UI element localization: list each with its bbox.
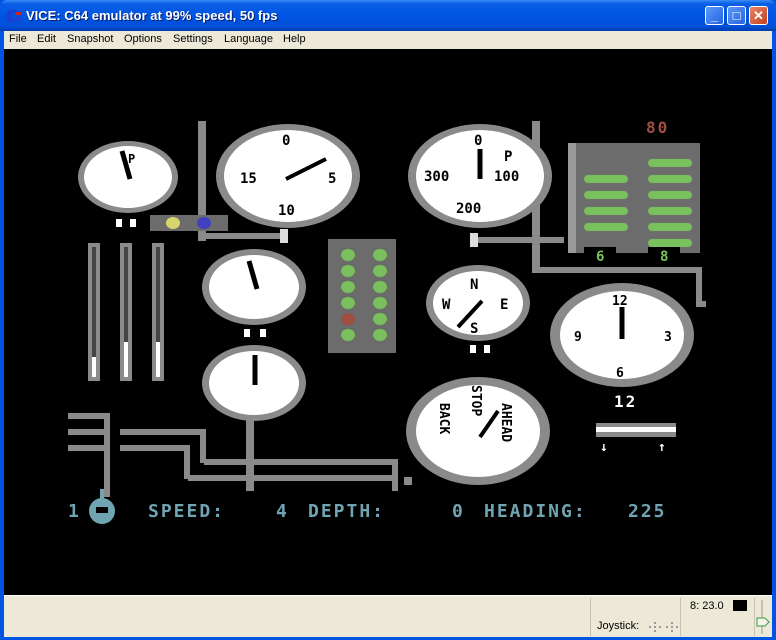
maximize-icon: □ bbox=[732, 8, 741, 23]
clock-readout: 12 bbox=[614, 392, 637, 411]
torpedo-left bbox=[584, 175, 628, 183]
close-icon: ✕ bbox=[753, 8, 764, 23]
indicator-light-green bbox=[341, 265, 355, 277]
svg-text:12: 12 bbox=[612, 294, 628, 309]
menu-options[interactable]: Options bbox=[124, 33, 162, 45]
title-bar[interactable]: VICE: C64 emulator at 99% speed, 50 fps … bbox=[0, 0, 776, 31]
indicator-light-green bbox=[341, 297, 355, 309]
drive-status: 8: 23.0 bbox=[690, 600, 724, 612]
dive-plane-indicator: ↓ ↑ bbox=[596, 423, 676, 455]
depth-value: 0 bbox=[452, 501, 465, 522]
menu-snapshot[interactable]: Snapshot bbox=[67, 33, 113, 45]
window-title: VICE: C64 emulator at 99% speed, 50 fps bbox=[26, 8, 278, 23]
volume-slider[interactable] bbox=[756, 600, 770, 634]
menu-edit[interactable]: Edit bbox=[37, 33, 56, 45]
depth-dial: 0 5 10 15 bbox=[216, 124, 360, 228]
torpedo-right bbox=[648, 191, 692, 199]
svg-text:N: N bbox=[470, 277, 478, 293]
indicator-light-red bbox=[341, 313, 355, 325]
indicator-light-green bbox=[341, 249, 355, 261]
indicator-panel bbox=[328, 239, 396, 353]
heading-value: 225 bbox=[628, 501, 667, 522]
gauge-label: P bbox=[128, 152, 135, 166]
svg-text:0: 0 bbox=[474, 133, 482, 149]
speed-value: 4 bbox=[276, 501, 289, 522]
minimize-icon: _ bbox=[710, 8, 719, 23]
c64-logo-icon bbox=[6, 9, 21, 23]
svg-text:5: 5 bbox=[328, 171, 336, 187]
tube-gauges bbox=[88, 243, 164, 381]
drive-led-icon bbox=[733, 600, 747, 611]
menu-help[interactable]: Help bbox=[283, 33, 306, 45]
svg-text:300: 300 bbox=[424, 169, 449, 185]
emulator-screen[interactable]: P 0 5 10 15 0 100 200 300 P 80 6 8 N E S… bbox=[4, 49, 772, 595]
svg-text:AHEAD: AHEAD bbox=[498, 403, 513, 442]
menu-settings[interactable]: Settings bbox=[173, 33, 213, 45]
svg-text:E: E bbox=[500, 297, 508, 313]
menu-language[interactable]: Language bbox=[224, 33, 273, 45]
svg-text:↓: ↓ bbox=[600, 440, 608, 455]
svg-text:BACK: BACK bbox=[436, 403, 451, 434]
clock: 12 3 6 9 bbox=[550, 283, 694, 387]
svg-text:0: 0 bbox=[282, 133, 290, 149]
svg-text:S: S bbox=[470, 321, 478, 337]
torpedo-left bbox=[584, 207, 628, 215]
svg-text:6: 6 bbox=[616, 366, 624, 381]
indicator-light-green bbox=[341, 329, 355, 341]
svg-text:200: 200 bbox=[456, 201, 481, 217]
compass: N E S W bbox=[426, 265, 530, 353]
torpedo-left bbox=[584, 191, 628, 199]
svg-text:15: 15 bbox=[240, 171, 257, 187]
menu-file[interactable]: File bbox=[9, 33, 27, 45]
engine-telegraph: BACK STOP AHEAD bbox=[406, 377, 550, 485]
joystick-indicator-icon bbox=[648, 620, 688, 632]
heading-label: HEADING: bbox=[484, 501, 587, 522]
blue-lamp bbox=[197, 217, 211, 229]
middle-gauge-upper bbox=[202, 249, 306, 337]
torpedo-right bbox=[648, 239, 692, 247]
svg-text:STOP: STOP bbox=[468, 385, 483, 416]
lives-count: 1 bbox=[68, 501, 81, 522]
minimize-button[interactable]: _ bbox=[705, 6, 724, 25]
middle-gauge-lower bbox=[202, 345, 306, 421]
right-count: 8 bbox=[660, 249, 668, 265]
svg-text:9: 9 bbox=[574, 330, 582, 345]
depth-label: DEPTH: bbox=[308, 501, 386, 522]
pressure-dial: 0 100 200 300 P bbox=[408, 124, 552, 228]
menu-bar: File Edit Snapshot Options Settings Lang… bbox=[4, 31, 772, 49]
svg-text:100: 100 bbox=[494, 169, 519, 185]
status-separator bbox=[590, 598, 591, 636]
torpedo-right bbox=[648, 207, 692, 215]
torpedo-right bbox=[648, 223, 692, 231]
lamp-panel bbox=[150, 215, 228, 231]
indicator-light-green bbox=[341, 281, 355, 293]
svg-text:↑: ↑ bbox=[658, 440, 666, 455]
speed-label: SPEED: bbox=[148, 501, 226, 522]
close-button[interactable]: ✕ bbox=[749, 6, 768, 25]
maximize-button[interactable]: □ bbox=[727, 6, 746, 25]
torpedo-left bbox=[584, 223, 628, 231]
diver-helmet-icon bbox=[89, 489, 115, 524]
vice-window: VICE: C64 emulator at 99% speed, 50 fps … bbox=[0, 0, 776, 640]
torpedo-rack: 6 8 bbox=[568, 143, 700, 265]
indicator-light-green bbox=[373, 329, 387, 341]
joystick-label: Joystick: bbox=[597, 620, 640, 632]
status-separator bbox=[754, 598, 755, 636]
indicator-light-green bbox=[373, 281, 387, 293]
left-count: 6 bbox=[596, 249, 604, 265]
svg-text:P: P bbox=[504, 149, 512, 165]
torpedo-right bbox=[648, 159, 692, 167]
svg-text:3: 3 bbox=[664, 330, 672, 345]
indicator-light-green bbox=[373, 265, 387, 277]
status-bar: 8: 23.0 Joystick: bbox=[4, 595, 772, 637]
svg-text:W: W bbox=[442, 297, 451, 313]
svg-text:10: 10 bbox=[278, 203, 295, 219]
indicator-light-green bbox=[373, 297, 387, 309]
small-gauge-top-left: P bbox=[78, 141, 178, 227]
torpedo-count: 80 bbox=[646, 118, 669, 137]
yellow-lamp bbox=[166, 217, 180, 229]
indicator-light-green bbox=[373, 313, 387, 325]
torpedo-right bbox=[648, 175, 692, 183]
indicator-light-green bbox=[373, 249, 387, 261]
